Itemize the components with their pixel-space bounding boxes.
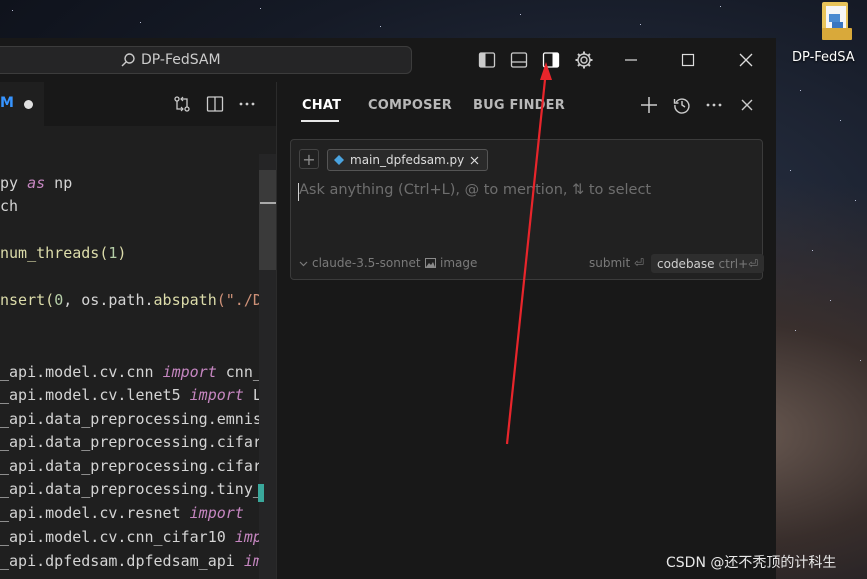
chat-input-placeholder[interactable]: Ask anything (Ctrl+L), @ to mention, ⇅ t… xyxy=(299,182,651,198)
code-line: ch xyxy=(0,197,19,215)
image-label: image xyxy=(440,256,478,270)
cursor-decoration xyxy=(258,484,264,502)
code-line: num_threads(1) xyxy=(0,244,127,262)
toggle-panel-icon[interactable] xyxy=(509,50,529,70)
search-text: DP-FedSAM xyxy=(141,52,221,68)
code-line: _api.data_preprocessing.cifar xyxy=(0,433,262,451)
editor-window: DP-FedSAM M py as np ch num_threads(1) n… xyxy=(0,38,776,579)
split-editor-icon[interactable] xyxy=(205,94,225,114)
remove-file-icon[interactable] xyxy=(470,156,479,165)
code-line: _api.data_preprocessing.emnis xyxy=(0,410,262,428)
chat-panel: CHAT COMPOSER BUG FINDER + main_dpfedsam… xyxy=(277,82,776,579)
python-file-icon xyxy=(334,155,344,165)
model-name: claude-3.5-sonnet xyxy=(312,256,421,270)
code-line: _api.data_preprocessing.tiny_ xyxy=(0,480,262,498)
unsaved-dot-icon[interactable] xyxy=(24,100,33,109)
search-icon xyxy=(121,53,135,67)
tab-composer[interactable]: COMPOSER xyxy=(368,98,452,113)
composer-footer: claude-3.5-sonnet image submit ⏎ codebas… xyxy=(299,254,765,274)
code-line: _api.model.cv.cnn_cifar10 imp xyxy=(0,528,262,546)
codebase-label: codebase xyxy=(657,256,715,271)
maximize-button[interactable] xyxy=(678,50,698,70)
source-control-compare-icon[interactable] xyxy=(172,94,192,114)
code-line: _api.model.cv.cnn import cnn_ xyxy=(0,363,262,381)
folder-icon[interactable] xyxy=(816,0,856,44)
active-tab-indicator xyxy=(301,120,339,122)
codebase-shortcut: ctrl+⏎ xyxy=(718,256,759,271)
editor-tab-bar: M xyxy=(0,82,276,126)
more-actions-icon[interactable] xyxy=(237,94,257,114)
tab-bug-finder[interactable]: BUG FINDER xyxy=(473,98,565,113)
code-editor[interactable]: py as np ch num_threads(1) nsert(0, os.p… xyxy=(0,126,276,579)
context-file-name: main_dpfedsam.py xyxy=(350,153,465,167)
chat-input-box[interactable]: + main_dpfedsam.py Ask anything (Ctrl+L)… xyxy=(290,139,765,280)
toggle-primary-sidebar-icon[interactable] xyxy=(477,50,497,70)
image-icon xyxy=(425,258,436,268)
submit-button[interactable]: submit ⏎ xyxy=(589,256,644,270)
more-options-icon[interactable] xyxy=(704,95,724,115)
code-line: _api.data_preprocessing.cifar xyxy=(0,457,262,475)
close-panel-icon[interactable] xyxy=(737,95,757,115)
history-icon[interactable] xyxy=(672,95,692,115)
model-selector[interactable]: claude-3.5-sonnet xyxy=(299,256,421,270)
chevron-down-icon xyxy=(299,261,308,266)
close-button[interactable] xyxy=(736,50,756,70)
code-line: _api.model.cv.resnet import xyxy=(0,504,244,522)
title-bar: DP-FedSAM xyxy=(0,38,776,82)
scrollbar-marker xyxy=(260,202,276,204)
new-chat-icon[interactable] xyxy=(639,95,659,115)
image-button[interactable]: image xyxy=(425,256,477,270)
minimize-button[interactable] xyxy=(621,50,641,70)
gear-icon[interactable] xyxy=(574,50,594,70)
editor-tab-active[interactable]: M xyxy=(0,82,44,126)
command-center-search[interactable]: DP-FedSAM xyxy=(0,46,412,74)
tab-label: M xyxy=(0,95,14,111)
code-line: nsert(0, os.path.abspath("./D xyxy=(0,291,262,309)
tab-chat[interactable]: CHAT xyxy=(302,98,341,113)
code-line: py as np xyxy=(0,174,73,192)
add-context-button[interactable]: + xyxy=(299,149,319,169)
scrollbar-thumb[interactable] xyxy=(259,170,276,270)
watermark: CSDN @还不秃顶的计科生 xyxy=(666,555,837,571)
code-line: _api.dpfedsam.dpfedsam_api im xyxy=(0,552,262,570)
folder-label[interactable]: DP-FedSA xyxy=(792,50,867,65)
toggle-secondary-sidebar-icon[interactable] xyxy=(541,50,561,70)
code-line: _api.model.cv.lenet5 import L xyxy=(0,386,262,404)
codebase-button[interactable]: codebase ctrl+⏎ xyxy=(651,254,765,273)
context-file-pill[interactable]: main_dpfedsam.py xyxy=(327,149,489,171)
